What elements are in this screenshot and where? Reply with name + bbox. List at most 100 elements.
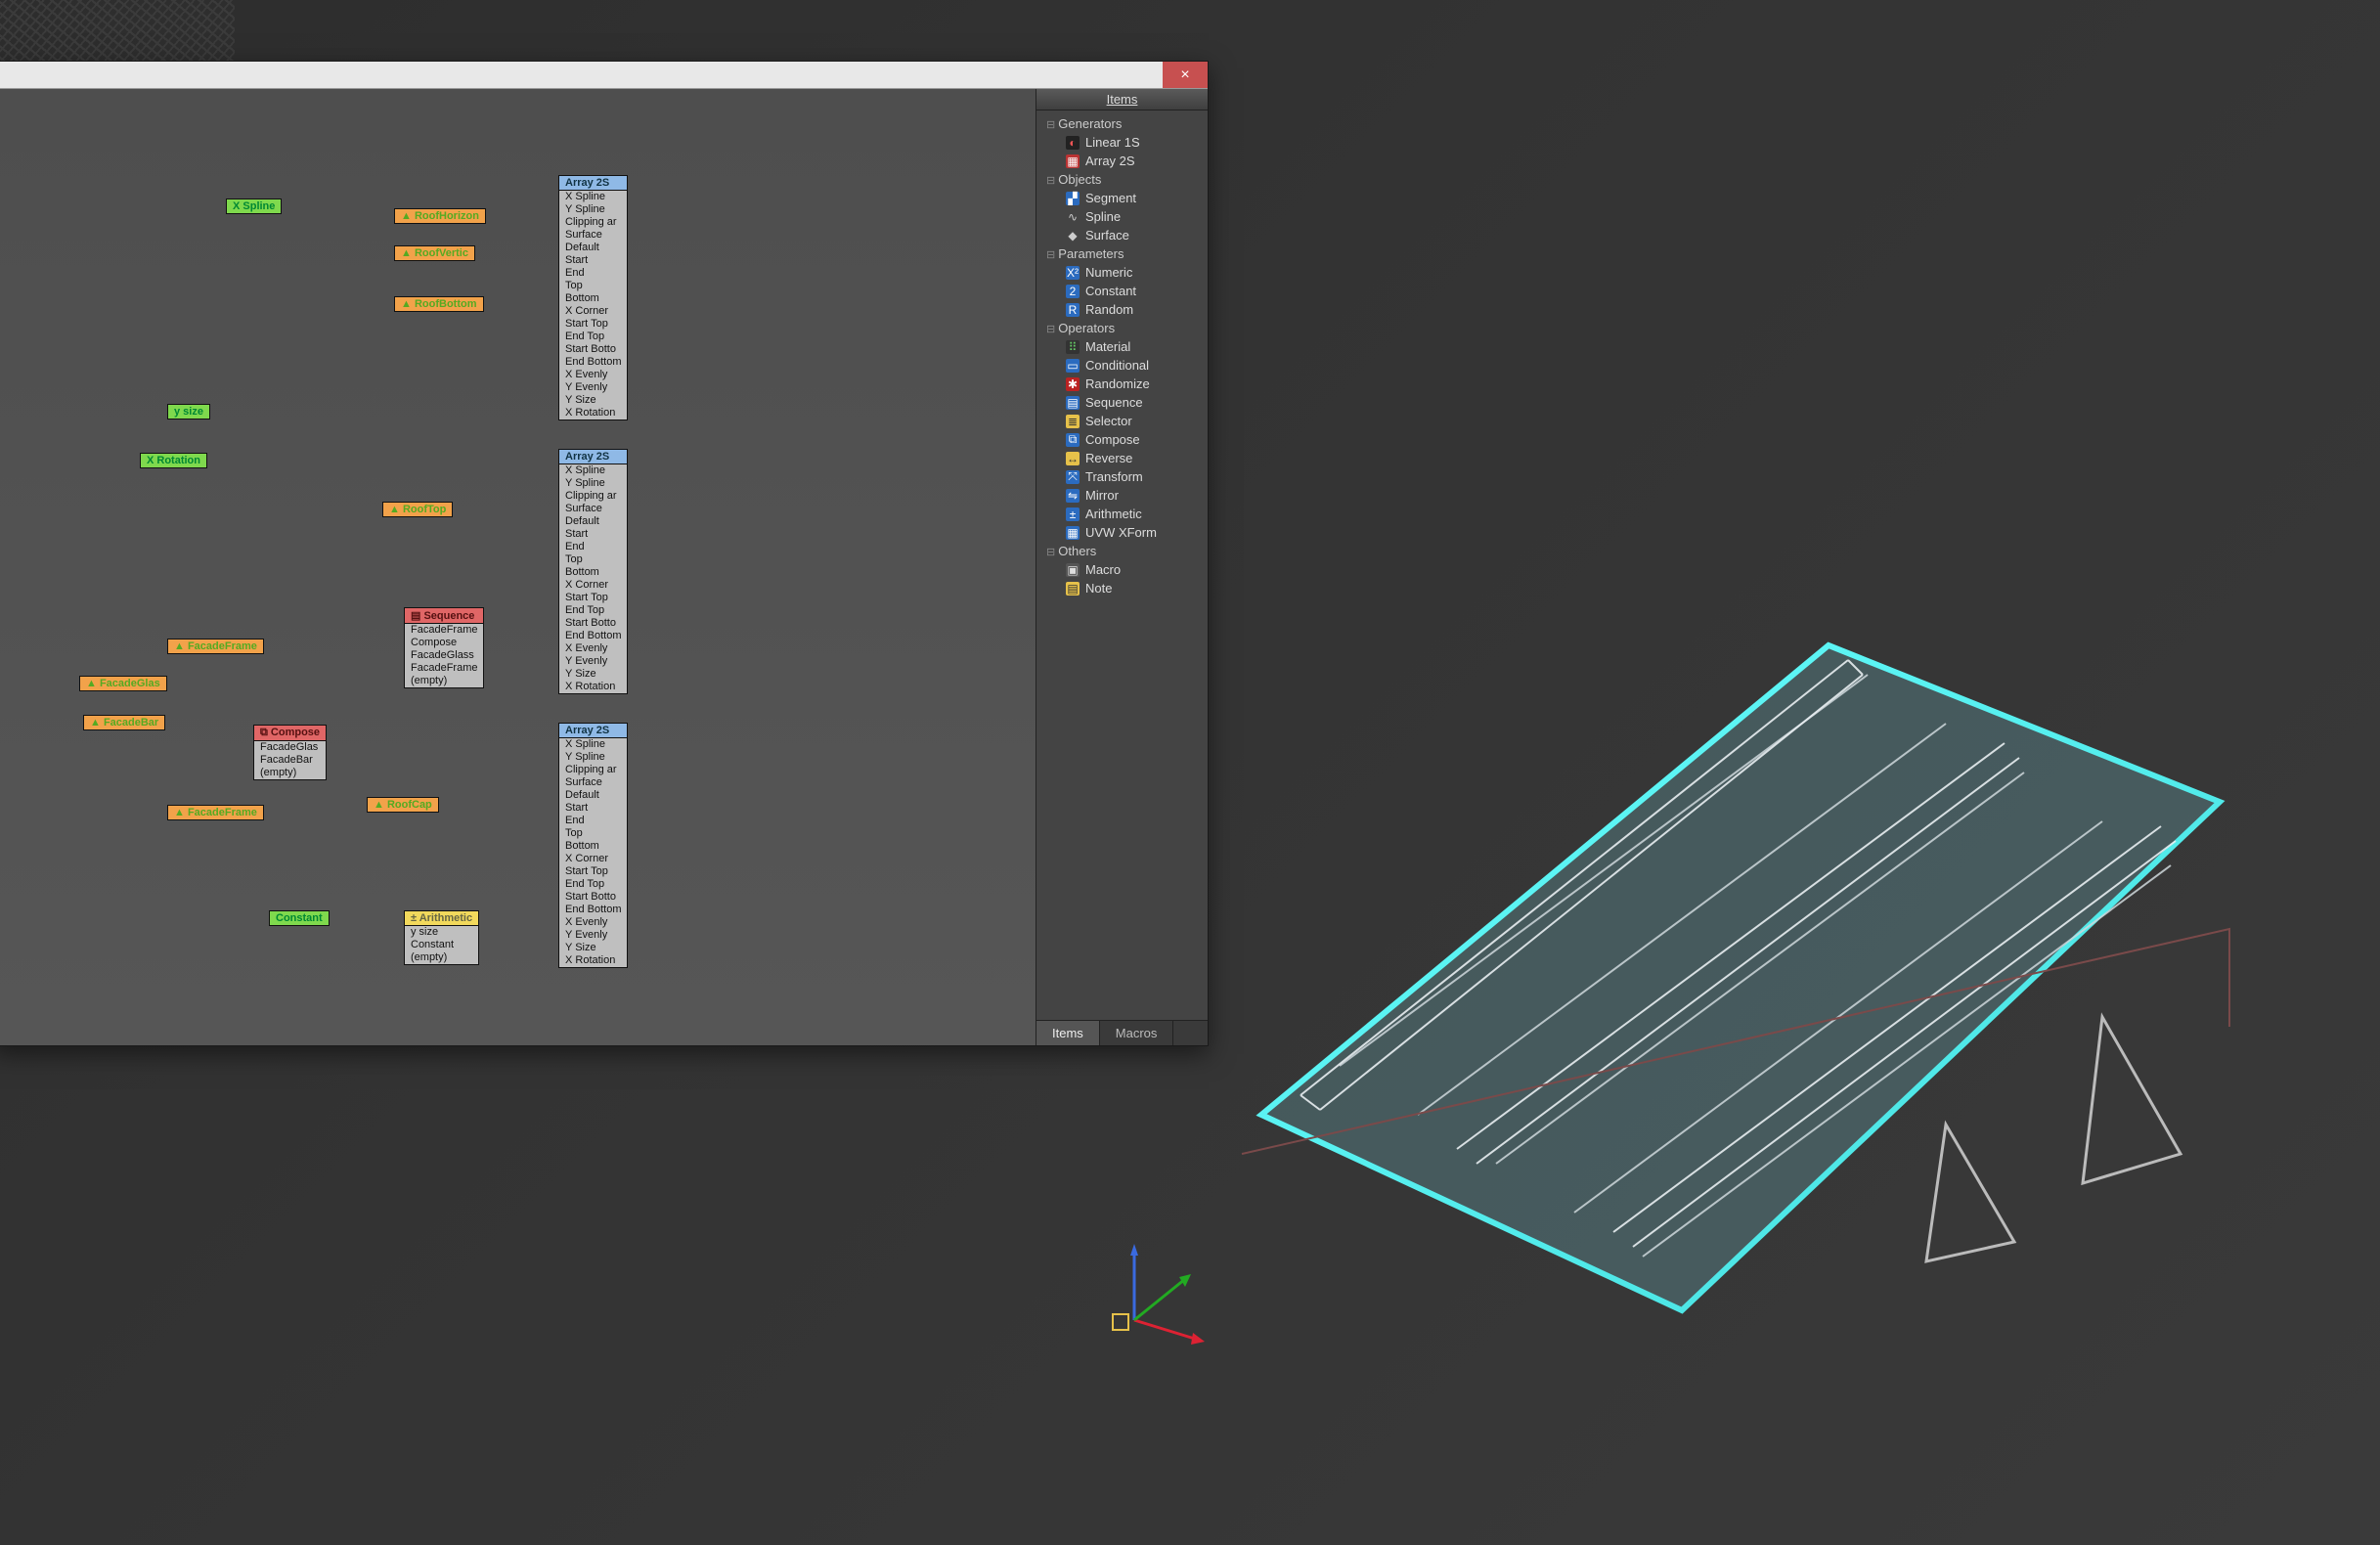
item-label: Numeric (1085, 265, 1132, 280)
node-label: Array 2S (565, 451, 609, 463)
category-operators[interactable]: Operators (1040, 319, 1208, 337)
item-label: Compose (1085, 432, 1140, 447)
node-row: Bottom (559, 840, 627, 853)
linear-1s-icon: ◐ (1066, 136, 1080, 150)
item-segment[interactable]: ▞ Segment (1040, 189, 1208, 207)
node-label: FacadeBar (104, 717, 158, 728)
node-y-size[interactable]: y size (167, 404, 210, 419)
node-label: FacadeFrame (188, 640, 257, 652)
view-axis-gizmo[interactable] (1095, 1232, 1212, 1349)
node-facade-bar[interactable]: ▲ FacadeBar (83, 715, 165, 730)
category-parameters[interactable]: Parameters (1040, 244, 1208, 263)
item-uvw-xform[interactable]: ▦UVW XForm (1040, 523, 1208, 542)
node-label: RoofHorizon (415, 210, 479, 222)
node-row: X Evenly (559, 369, 627, 381)
node-row: FacadeFrame (405, 662, 483, 675)
item-label: Sequence (1085, 395, 1143, 410)
node-row: X Corner (559, 305, 627, 318)
node-body: X SplineY SplineClipping arSurfaceDefaul… (558, 738, 628, 968)
item-compose[interactable]: ⧉ Compose (1040, 430, 1208, 449)
node-label: X Rotation (147, 455, 200, 466)
node-row: Y Evenly (559, 655, 627, 668)
item-note[interactable]: ▤Note (1040, 579, 1208, 597)
items-tree[interactable]: Generators◐Linear 1S▦Array 2SObjects▞Seg… (1036, 110, 1208, 1020)
node-compose[interactable]: ⧉ Compose FacadeGlasFacadeBar(empty) (253, 725, 327, 780)
item-label: Arithmetic (1085, 507, 1142, 521)
item-label: Spline (1085, 209, 1121, 224)
node-row: Start Botto (559, 617, 627, 630)
node-roof-horizon[interactable]: ▲ RoofHorizon (394, 208, 486, 224)
item-random[interactable]: RRandom (1040, 300, 1208, 319)
item-arithmetic[interactable]: ± Arithmetic (1040, 505, 1208, 523)
compose-icon: ⧉ (1066, 433, 1080, 447)
item-transform[interactable]: ⤧Transform (1040, 467, 1208, 486)
category-generators[interactable]: Generators (1040, 114, 1208, 133)
node-row: Clipping ar (559, 216, 627, 229)
uvw-xform-icon: ▦ (1066, 526, 1080, 540)
numeric-icon: X² (1066, 266, 1080, 280)
close-icon: × (1180, 66, 1189, 84)
category-objects[interactable]: Objects (1040, 170, 1208, 189)
item-conditional[interactable]: ▭Conditional (1040, 356, 1208, 375)
item-randomize[interactable]: ✱Randomize (1040, 375, 1208, 393)
item-spline[interactable]: ∿Spline (1040, 207, 1208, 226)
arithmetic-icon: ± (1066, 508, 1080, 521)
node-facade-frame-2[interactable]: ▲ FacadeFrame (167, 805, 264, 820)
item-surface[interactable]: ◆Surface (1040, 226, 1208, 244)
item-sequence[interactable]: ▤Sequence (1040, 393, 1208, 412)
tab-items[interactable]: Items (1036, 1021, 1100, 1045)
item-linear-1s[interactable]: ◐Linear 1S (1040, 133, 1208, 152)
node-facade-frame-1[interactable]: ▲ FacadeFrame (167, 639, 264, 654)
node-label: Sequence (423, 610, 474, 622)
node-sequence[interactable]: ▤ Sequence FacadeFrameComposeFacadeGlass… (404, 607, 484, 688)
node-x-rotation[interactable]: X Rotation (140, 453, 207, 468)
item-label: Segment (1085, 191, 1136, 205)
item-mirror[interactable]: ⇋Mirror (1040, 486, 1208, 505)
node-label: RoofVertic (415, 247, 468, 259)
node-constant[interactable]: Constant (269, 910, 330, 926)
node-label: Arithmetic (419, 912, 472, 924)
item-label: Array 2S (1085, 154, 1135, 168)
node-label: FacadeGlas (100, 678, 160, 689)
tab-macros[interactable]: Macros (1100, 1021, 1174, 1045)
segment-icon: ▞ (1066, 192, 1080, 205)
node-canvas[interactable]: X Spline y size X Rotation Constant ▲ Ro… (0, 89, 1036, 1045)
item-material[interactable]: ⠿Material (1040, 337, 1208, 356)
window-titlebar[interactable]: × (0, 62, 1208, 89)
item-label: Mirror (1085, 488, 1119, 503)
item-label: Surface (1085, 228, 1129, 243)
node-roof-cap[interactable]: ▲ RoofCap (367, 797, 439, 813)
node-row: X Rotation (559, 407, 627, 419)
node-row: Surface (559, 503, 627, 515)
node-row: End Bottom (559, 356, 627, 369)
item-numeric[interactable]: X² Numeric (1040, 263, 1208, 282)
node-roof-bottom[interactable]: ▲ RoofBottom (394, 296, 484, 312)
viewport-model[interactable] (1222, 606, 2249, 1408)
category-others[interactable]: Others (1040, 542, 1208, 560)
item-label: Material (1085, 339, 1130, 354)
item-array-2s[interactable]: ▦Array 2S (1040, 152, 1208, 170)
node-label: FacadeFrame (188, 807, 257, 818)
node-row: End Top (559, 604, 627, 617)
item-label: Macro (1085, 562, 1121, 577)
node-roof-top[interactable]: ▲ RoofTop (382, 502, 453, 517)
node-array-2s-2[interactable]: Array 2S X SplineY SplineClipping arSurf… (558, 449, 628, 694)
node-arithmetic[interactable]: ± Arithmetic y sizeConstant(empty) (404, 910, 479, 965)
node-array-2s-3[interactable]: Array 2S X SplineY SplineClipping arSurf… (558, 723, 628, 968)
node-array-2s-1[interactable]: Array 2S X SplineY SplineClipping arSurf… (558, 175, 628, 420)
node-row: Top (559, 553, 627, 566)
item-macro[interactable]: ▣Macro (1040, 560, 1208, 579)
node-row: X Corner (559, 579, 627, 592)
node-row: Default (559, 242, 627, 254)
node-row: Start (559, 528, 627, 541)
node-row: Y Spline (559, 203, 627, 216)
item-selector[interactable]: ≣Selector (1040, 412, 1208, 430)
item-reverse[interactable]: ↔Reverse (1040, 449, 1208, 467)
node-row: Y Evenly (559, 381, 627, 394)
node-x-spline[interactable]: X Spline (226, 199, 282, 214)
node-row: FacadeBar (254, 754, 326, 767)
node-facade-glas[interactable]: ▲ FacadeGlas (79, 676, 167, 691)
node-roof-vertic[interactable]: ▲ RoofVertic (394, 245, 475, 261)
item-constant[interactable]: 2Constant (1040, 282, 1208, 300)
window-close-button[interactable]: × (1163, 62, 1208, 88)
